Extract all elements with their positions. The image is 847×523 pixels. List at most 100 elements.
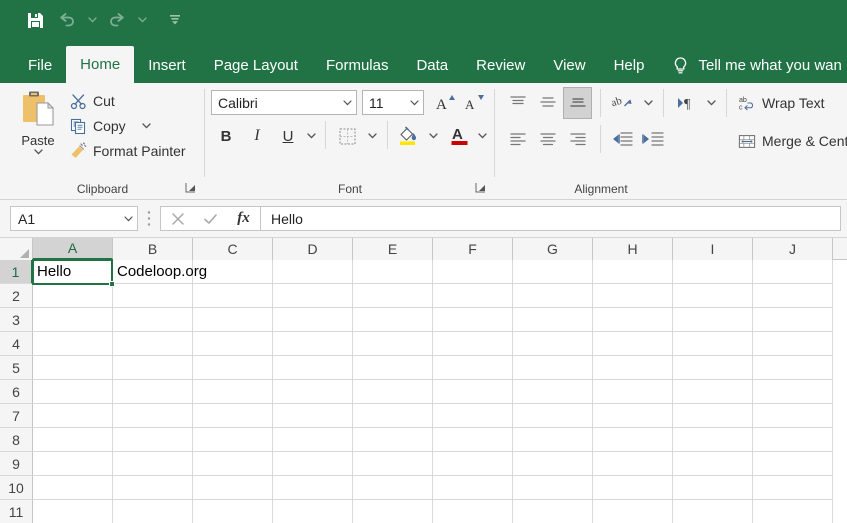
cell-B8[interactable] [113,428,193,452]
insert-function-fx-icon[interactable]: fx [227,207,260,230]
cell-J9[interactable] [753,452,833,476]
cell-I1[interactable] [673,260,753,284]
cell-G2[interactable] [513,284,593,308]
cell-B3[interactable] [113,308,193,332]
save-icon[interactable] [20,6,50,34]
cell-D1[interactable] [273,260,353,284]
cell-G3[interactable] [513,308,593,332]
cell-I4[interactable] [673,332,753,356]
copy-button[interactable]: Copy [66,114,154,138]
cut-button[interactable]: Cut [66,89,118,113]
column-header-C[interactable]: C [193,238,273,260]
cell-G8[interactable] [513,428,593,452]
cell-A7[interactable] [33,404,113,428]
cell-G7[interactable] [513,404,593,428]
fill-handle[interactable] [109,281,115,287]
cell-F10[interactable] [433,476,513,500]
cancel-entry-close-icon[interactable] [161,207,194,230]
increase-font-size-button[interactable]: A [431,89,458,116]
cell-C5[interactable] [193,356,273,380]
cell-H5[interactable] [593,356,673,380]
align-top-button[interactable] [504,90,532,116]
text-direction-button[interactable]: ¶ [672,89,700,117]
orientation-button[interactable]: ab [607,89,637,117]
cell-G11[interactable] [513,500,593,523]
name-box[interactable]: A1 [10,206,138,231]
align-right-button[interactable] [564,126,592,152]
bold-button[interactable]: B [213,123,239,149]
cell-B2[interactable] [113,284,193,308]
tell-me-search[interactable]: Tell me what you wan [672,47,842,83]
tab-formulas[interactable]: Formulas [312,47,403,83]
cell-D3[interactable] [273,308,353,332]
cell-I9[interactable] [673,452,753,476]
align-left-button[interactable] [504,126,532,152]
cell-J3[interactable] [753,308,833,332]
select-all-corner[interactable] [0,238,33,260]
row-header-2[interactable]: 2 [0,284,33,308]
italic-button[interactable]: I [244,123,270,149]
customize-toolbar-icon[interactable] [160,6,190,34]
row-header-6[interactable]: 6 [0,380,33,404]
cell-F4[interactable] [433,332,513,356]
column-header-A[interactable]: A [33,238,113,260]
paste-chevron-down-icon[interactable] [33,149,43,155]
column-header-H[interactable]: H [593,238,673,260]
cell-H1[interactable] [593,260,673,284]
cell-C7[interactable] [193,404,273,428]
cell-H10[interactable] [593,476,673,500]
cell-A1[interactable]: Hello [33,260,113,284]
cell-E1[interactable] [353,260,433,284]
cell-I7[interactable] [673,404,753,428]
confirm-entry-check-icon[interactable] [194,207,227,230]
cell-H2[interactable] [593,284,673,308]
fill-color-chevron-down-icon[interactable] [424,125,442,147]
tab-review[interactable]: Review [462,47,539,83]
column-header-I[interactable]: I [673,238,753,260]
font-size-chevron-down-icon[interactable] [405,91,423,114]
paste-button[interactable]: Paste [10,87,66,175]
cell-J1[interactable] [753,260,833,284]
cell-G1[interactable] [513,260,593,284]
row-header-3[interactable]: 3 [0,308,33,332]
column-header-F[interactable]: F [433,238,513,260]
cell-D2[interactable] [273,284,353,308]
cell-I6[interactable] [673,380,753,404]
cell-H6[interactable] [593,380,673,404]
align-bottom-button[interactable] [563,87,592,119]
cell-G4[interactable] [513,332,593,356]
cell-F3[interactable] [433,308,513,332]
cell-D4[interactable] [273,332,353,356]
cell-B4[interactable] [113,332,193,356]
tab-data[interactable]: Data [402,47,462,83]
cell-D5[interactable] [273,356,353,380]
tab-view[interactable]: View [539,47,599,83]
cell-J4[interactable] [753,332,833,356]
cell-B6[interactable] [113,380,193,404]
wrap-text-button[interactable]: ab c Wrap Text [735,91,828,115]
column-header-J[interactable]: J [753,238,833,260]
column-header-B[interactable]: B [113,238,193,260]
cell-E8[interactable] [353,428,433,452]
underline-button[interactable]: U [275,123,301,149]
cell-I11[interactable] [673,500,753,523]
cell-J11[interactable] [753,500,833,523]
underline-chevron-down-icon[interactable] [302,125,320,147]
cell-A4[interactable] [33,332,113,356]
cell-F8[interactable] [433,428,513,452]
redo-dropdown-chevron-down-icon[interactable] [134,6,150,34]
cell-I5[interactable] [673,356,753,380]
cell-C8[interactable] [193,428,273,452]
cell-I8[interactable] [673,428,753,452]
cell-J5[interactable] [753,356,833,380]
cell-C11[interactable] [193,500,273,523]
increase-indent-button[interactable] [638,125,668,153]
cell-A3[interactable] [33,308,113,332]
cell-I3[interactable] [673,308,753,332]
cell-J6[interactable] [753,380,833,404]
cell-E3[interactable] [353,308,433,332]
cell-A2[interactable] [33,284,113,308]
cell-A8[interactable] [33,428,113,452]
row-header-5[interactable]: 5 [0,356,33,380]
cell-H3[interactable] [593,308,673,332]
